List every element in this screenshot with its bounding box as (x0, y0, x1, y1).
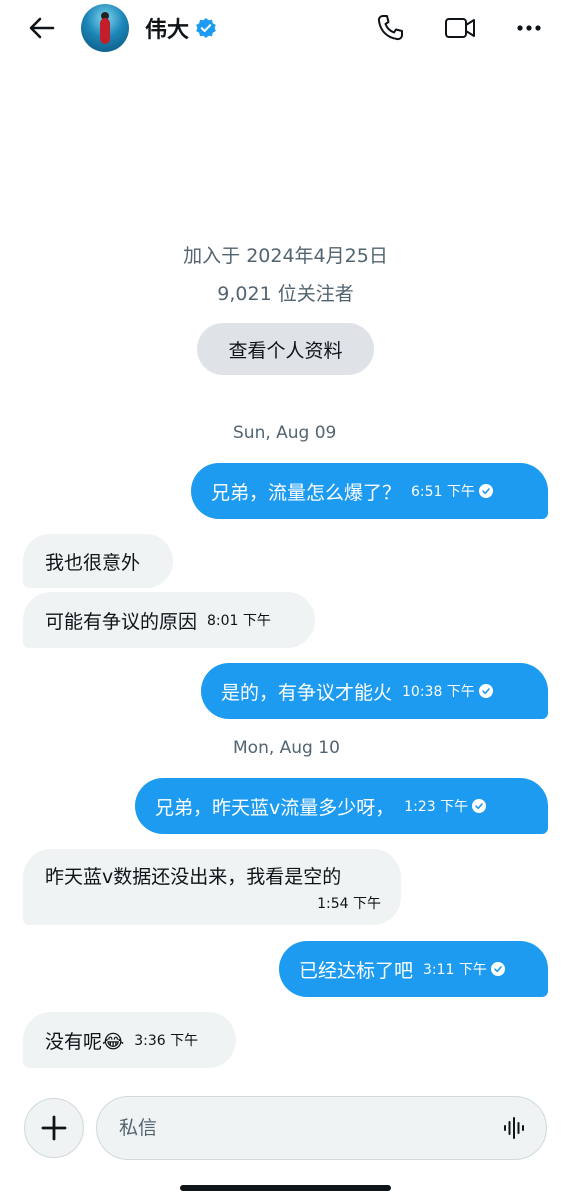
message-time: 10:38 下午 (402, 684, 475, 700)
verified-badge-icon (195, 17, 217, 39)
message-time: 1:23 下午 (404, 799, 469, 815)
message-meta: 1:23 下午 (404, 796, 487, 816)
message-meta: 8:01 下午 (207, 610, 271, 630)
message-time: 3:36 下午 (134, 1033, 199, 1049)
message-text: 已经达标了吧 (299, 959, 414, 982)
message-text: 我也很意外 (45, 551, 141, 574)
video-call-button[interactable] (442, 10, 478, 46)
message-bubble-outgoing[interactable]: 兄弟，流量怎么爆了？ 6:51 下午 (191, 463, 548, 519)
message-bubble-incoming[interactable]: 可能有争议的原因 8:01 下午 (23, 592, 315, 648)
message-text: 没有呢😂 (45, 1030, 125, 1053)
message-meta: 6:51 下午 (411, 481, 493, 501)
read-check-icon (478, 684, 493, 698)
conversation-header: 伟大 (0, 0, 571, 58)
back-button[interactable] (24, 10, 60, 46)
follower-count: 9,021 位关注者 (217, 283, 354, 305)
view-profile-button[interactable]: 查看个人资料 (197, 323, 374, 375)
back-arrow-icon (29, 17, 55, 39)
message-input[interactable] (119, 1111, 489, 1145)
header-name[interactable]: 伟大 (145, 12, 217, 44)
voice-waveform-icon (504, 1117, 524, 1139)
date-separator: Mon, Aug 10 (233, 738, 340, 758)
read-check-icon (478, 484, 493, 498)
message-composer (96, 1096, 547, 1160)
display-name: 伟大 (145, 18, 190, 43)
date-separator: Sun, Aug 09 (233, 423, 337, 443)
read-check-icon (490, 962, 505, 976)
join-date: 加入于 2024年4月25日 (183, 245, 388, 267)
dm-conversation-screen: 伟大 加入于 2024年4月25日 9,021 位关注者 查看个人资料 Sun,… (0, 0, 571, 1200)
message-time: 3:11 下午 (423, 962, 487, 978)
read-check-icon (472, 799, 487, 813)
message-bubble-incoming[interactable]: 没有呢😂 3:36 下午 (23, 1012, 236, 1068)
message-bubble-outgoing[interactable]: 是的，有争议才能火 10:38 下午 (201, 663, 548, 719)
message-text: 兄弟，昨天蓝v流量多少呀， (155, 796, 395, 819)
message-meta: 1:54 下午 (317, 893, 381, 913)
video-camera-icon (445, 18, 475, 38)
message-bubble-outgoing[interactable]: 已经达标了吧 3:11 下午 (279, 941, 548, 997)
message-bubble-incoming[interactable]: 我也很意外 (23, 534, 173, 588)
add-attachment-button[interactable] (24, 1098, 84, 1158)
message-time: 8:01 下午 (207, 613, 271, 629)
message-bubble-incoming[interactable]: 昨天蓝v数据还没出来，我看是空的 1:54 下午 (23, 849, 401, 925)
message-bubble-outgoing[interactable]: 兄弟，昨天蓝v流量多少呀， 1:23 下午 (135, 778, 548, 834)
more-options-button[interactable] (511, 10, 547, 46)
voice-message-button[interactable] (500, 1113, 530, 1143)
phone-icon (377, 15, 403, 41)
more-icon (517, 25, 541, 31)
message-time: 1:54 下午 (317, 895, 381, 912)
message-meta: 3:36 下午 (134, 1030, 198, 1050)
message-text: 昨天蓝v数据还没出来，我看是空的 (45, 865, 342, 888)
plus-icon (41, 1115, 67, 1141)
message-text: 兄弟，流量怎么爆了？ (211, 481, 402, 504)
avatar[interactable] (81, 4, 129, 52)
message-meta: 10:38 下午 (402, 681, 493, 701)
message-text: 可能有争议的原因 (45, 610, 198, 633)
message-meta: 3:11 下午 (423, 959, 505, 979)
home-indicator (180, 1185, 391, 1191)
call-button[interactable] (372, 10, 408, 46)
message-text: 是的，有争议才能火 (221, 681, 393, 704)
message-time: 6:51 下午 (411, 484, 475, 500)
